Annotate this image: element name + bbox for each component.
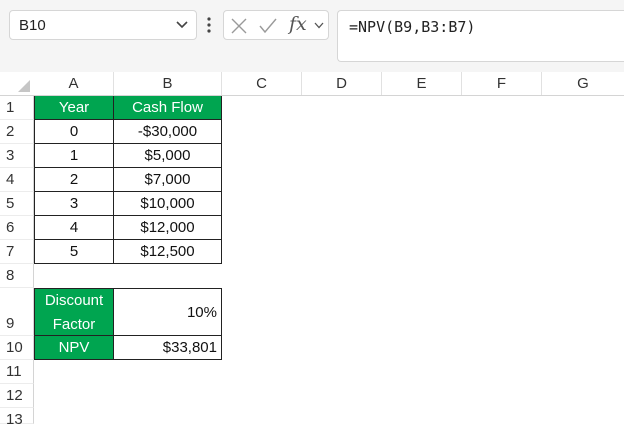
cell-a7[interactable]: 5 [34,240,114,264]
select-all-corner[interactable] [0,72,34,96]
column-headers: A B C D E F G [0,72,624,96]
cell-b6[interactable]: $12,000 [114,216,222,240]
cell-a4[interactable]: 2 [34,168,114,192]
cell-a5[interactable]: 3 [34,192,114,216]
select-all-icon [18,80,30,92]
cell-a2[interactable]: 0 [34,120,114,144]
cell-a3[interactable]: 1 [34,144,114,168]
row-header-4[interactable]: 4 [0,168,34,192]
cell-b4[interactable]: $7,000 [114,168,222,192]
row-header-2[interactable]: 2 [0,120,34,144]
row-header-1[interactable]: 1 [0,96,34,120]
row-header-13[interactable]: 13 [0,408,34,428]
cell-b1[interactable]: Cash Flow [114,96,222,120]
name-box[interactable]: B10 [9,10,197,40]
row-header-8[interactable]: 8 [0,264,34,288]
cell-a9[interactable]: Discount Factor [34,288,114,336]
cell-b3[interactable]: $5,000 [114,144,222,168]
chevron-down-icon[interactable] [313,19,325,33]
cell-a6[interactable]: 4 [34,216,114,240]
row-header-5[interactable]: 5 [0,192,34,216]
cell-b10[interactable]: $33,801 [114,336,222,360]
row-header-6[interactable]: 6 [0,216,34,240]
row-header-11[interactable]: 11 [0,360,34,384]
cell-a10[interactable]: NPV [34,336,114,360]
column-header-d[interactable]: D [302,72,382,95]
row-header-7[interactable]: 7 [0,240,34,264]
check-icon[interactable] [258,17,278,35]
cell-b9[interactable]: 10% [114,288,222,336]
formula-text: =NPV(B9,B3:B7) [349,18,476,36]
more-options-icon[interactable] [205,13,213,37]
cell-a1[interactable]: Year [34,96,114,120]
chevron-down-icon[interactable] [174,16,190,34]
discount-label-line-1: Discount [44,292,104,309]
cell-b7[interactable]: $12,500 [114,240,222,264]
discount-label-line-2: Factor [52,316,96,333]
row-header-9[interactable]: 9 [0,288,34,336]
formula-controls: fx [223,10,329,40]
cancel-icon[interactable] [230,17,248,35]
column-header-b[interactable]: B [114,72,222,95]
insert-function-icon[interactable]: fx [289,13,307,35]
row-header-12[interactable]: 12 [0,384,34,408]
column-header-e[interactable]: E [382,72,462,95]
column-header-f[interactable]: F [462,72,542,95]
column-header-a[interactable]: A [34,72,114,95]
formula-bar-area: B10 fx =NPV(B9,B3:B7) [0,0,624,72]
column-header-g[interactable]: G [542,72,624,95]
formula-input[interactable]: =NPV(B9,B3:B7) [337,10,624,62]
cell-b5[interactable]: $10,000 [114,192,222,216]
cell-b2[interactable]: -$30,000 [114,120,222,144]
name-box-value: B10 [19,17,46,34]
column-header-c[interactable]: C [222,72,302,95]
row-header-10[interactable]: 10 [0,336,34,360]
row-header-3[interactable]: 3 [0,144,34,168]
